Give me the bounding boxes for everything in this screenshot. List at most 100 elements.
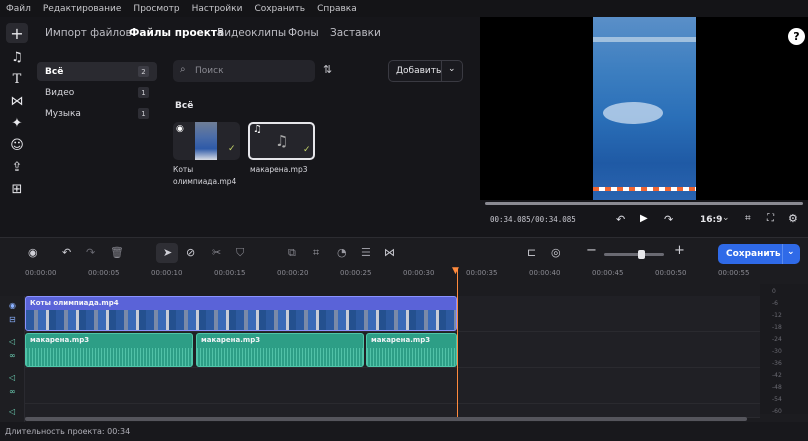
undo-playback-icon[interactable]: ↶ [616,213,625,226]
fullscreen-icon[interactable]: ⛶ [767,213,774,224]
progress-bar[interactable] [485,202,803,205]
stickers-icon[interactable]: ☺ [6,135,28,155]
eye-icon[interactable]: ◉ [9,301,16,310]
captions-icon[interactable]: ⧉ [288,246,296,260]
link-icon[interactable]: ∞ [9,387,16,396]
trash-icon[interactable]: 🗑 [110,246,124,259]
video-clip[interactable]: Коты олимпиада.mp4 [25,296,457,331]
speaker-icon[interactable]: ◁ [9,337,15,346]
link-icon[interactable]: ∞ [9,351,16,360]
file-thumb-audio[interactable]: ♫ ♫ ✓ [248,122,315,160]
audio-clip[interactable]: макарена.mp3 [196,333,364,367]
scissors-icon[interactable]: ✂ [212,246,221,259]
ruler-tick-label: 00:00:05 [88,269,120,277]
add-button[interactable]: Добавить ⌄ [388,60,463,82]
video-frame [593,17,696,200]
menu-view[interactable]: Просмотр [133,4,179,14]
meter-label: -42 [772,372,782,379]
transition-icon[interactable]: ⋈ [384,246,395,259]
add-media-icon[interactable]: + [6,23,28,43]
audio-clip[interactable]: макарена.mp3 [366,333,457,367]
tool-strip: + ♫ T ⋈ ✦ ☺ ⇪ ⊞ [0,17,33,237]
add-button-label: Добавить [396,66,442,76]
audio-clip-label: макарена.mp3 [30,336,90,344]
meter-label: -30 [772,348,782,355]
audio-clip-label: макарена.mp3 [371,336,431,344]
transitions-icon[interactable]: ⋈ [6,91,28,111]
adjust-icon[interactable]: ☰ [361,246,371,259]
play-icon[interactable]: ▶ [640,213,648,224]
sort-icon[interactable]: ⇅ [323,63,332,76]
save-button[interactable]: Сохранить ⌄ [718,244,800,264]
record-icon[interactable]: ◉ [28,246,38,259]
menu-file[interactable]: Файл [6,4,31,14]
category-all[interactable]: Всё 2 [37,62,157,81]
crop-icon[interactable]: ⌗ [745,213,751,224]
category-video[interactable]: Видео 1 [37,83,157,102]
gear-icon[interactable]: ⚙ [788,212,798,225]
shield-icon[interactable]: ⛉ [236,246,244,260]
ruler-tick-label: 00:00:15 [214,269,246,277]
menu-help[interactable]: Справка [317,4,357,14]
export-icon[interactable]: ⇪ [6,157,28,177]
blade-icon[interactable]: ⊘ [186,246,195,259]
cursor-icon[interactable]: ➤ [163,246,172,259]
zoom-slider-handle[interactable] [638,250,645,259]
redo-icon[interactable]: ↷ [86,246,95,259]
redo-playback-icon[interactable]: ↷ [664,213,673,226]
music-icon[interactable]: ♫ [6,47,28,67]
video-filmstrip [26,310,456,330]
lock-icon[interactable]: ⊟ [9,315,16,324]
audio-placeholder-icon: ♫ [275,132,289,150]
speaker-icon[interactable]: ◁ [9,373,15,382]
zoom-slider[interactable] [604,250,664,259]
time-ruler[interactable]: 00:00:00 00:00:05 00:00:10 00:00:15 00:00:20… [25,267,760,284]
speed-icon[interactable]: ◔ [337,246,347,259]
meter-label: -48 [772,384,782,391]
speaker-icon[interactable]: ◁ [9,407,15,416]
chevron-down-icon[interactable]: ⌄ [787,247,795,257]
menu-save[interactable]: Сохранить [254,4,305,14]
audio-track-3 [25,404,760,418]
tab-video-clips[interactable]: Видеоклипы [217,27,286,39]
timeline-toolbar: ◉ ↶ ↷ 🗑 ➤ ⊘ ✂ ⛉ ⧉ ⌗ ◔ ☰ ⋈ ⊏ ◎ − + Сохран… [0,237,808,267]
add-button-divider [441,61,442,81]
search-placeholder: Поиск [195,66,224,76]
snap-icon[interactable]: ⊏ [527,246,536,259]
ruler-tick-label: 00:00:50 [655,269,687,277]
meter-label: -6 [772,300,778,307]
volume-meter: 0 -6 -12 -18 -24 -30 -36 -42 -48 -54 -60 [760,284,808,415]
zoom-out-icon[interactable]: − [586,243,597,258]
tab-project-files[interactable]: Файлы проекта [129,27,224,39]
audio-clip[interactable]: макарена.mp3 [25,333,193,367]
ruler-tick-label: 00:00:00 [25,269,57,277]
file-thumb-video[interactable]: ◉ ✓ [173,122,240,160]
more-tools-icon[interactable]: ⊞ [6,179,28,199]
tab-import[interactable]: Импорт файлов [45,27,132,39]
audio-waveform [367,348,456,366]
menu-settings[interactable]: Настройки [192,4,243,14]
horizontal-scrollbar[interactable] [25,417,747,421]
tab-backgrounds[interactable]: Фоны [288,27,319,39]
check-icon: ✓ [228,144,236,154]
search-input[interactable]: ⌕ Поиск [173,60,315,82]
audio-track-header-3: ◁ [0,404,25,422]
tab-intros[interactable]: Заставки [330,27,381,39]
play-circle-icon: ◉ [176,124,184,134]
help-icon[interactable]: ? [788,28,805,45]
chevron-down-icon[interactable]: ⌄ [722,213,730,223]
crop-tool-icon[interactable]: ⌗ [313,246,319,260]
chevron-down-icon[interactable]: ⌄ [448,64,456,74]
zoom-in-icon[interactable]: + [674,243,685,258]
video-preview: ? 00:34.085/00:34.085 ↶ ▶ ↷ 16:9 ⌄ ⌗ ⛶ ⚙ [480,17,808,237]
undo-icon[interactable]: ↶ [62,246,71,259]
magnet-icon[interactable]: ◎ [551,246,561,259]
menu-edit[interactable]: Редактирование [43,4,122,14]
save-divider [782,244,783,264]
menu-bar: Файл Редактирование Просмотр Настройки С… [0,0,808,17]
effects-icon[interactable]: ✦ [6,113,28,133]
aspect-ratio[interactable]: 16:9 [700,215,722,225]
category-music[interactable]: Музыка 1 [37,104,157,123]
text-icon[interactable]: T [6,69,28,89]
playhead[interactable] [457,268,458,418]
